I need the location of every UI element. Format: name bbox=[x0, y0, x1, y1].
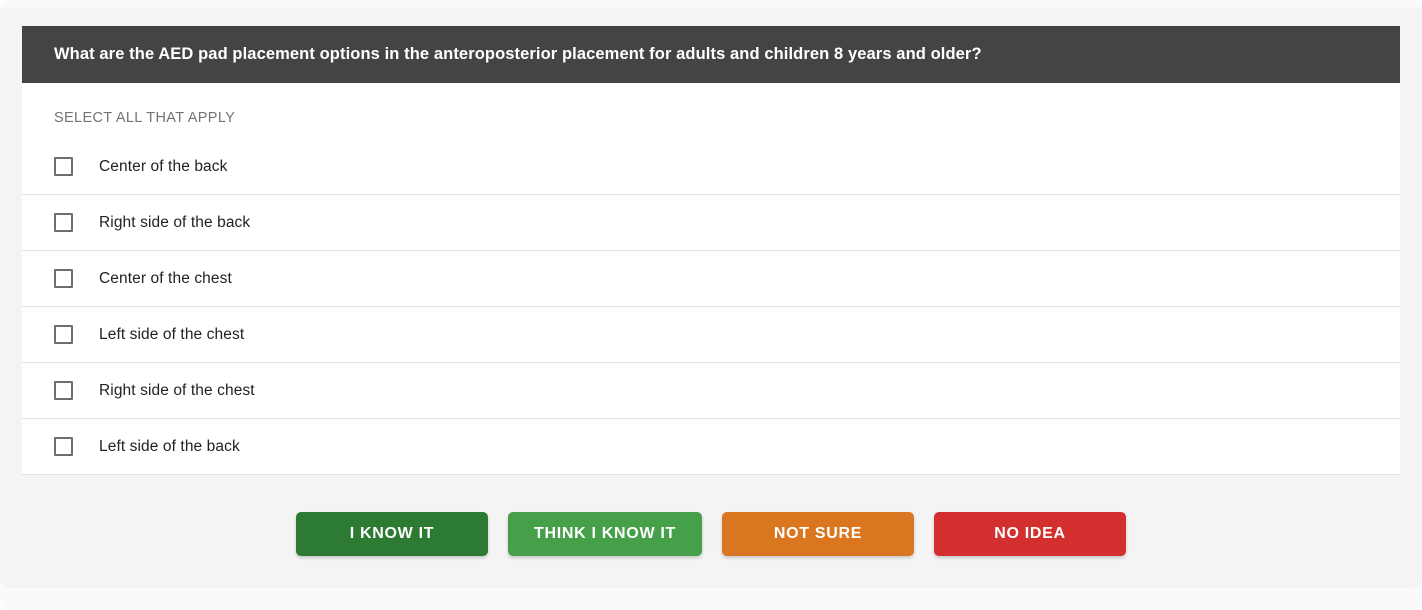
option-row[interactable]: Center of the chest bbox=[22, 251, 1400, 307]
option-row[interactable]: Right side of the back bbox=[22, 195, 1400, 251]
think-i-know-it-button[interactable]: THINK I KNOW IT bbox=[507, 512, 703, 556]
question-text: What are the AED pad placement options i… bbox=[54, 44, 982, 63]
question-header: What are the AED pad placement options i… bbox=[22, 26, 1400, 83]
option-label: Right side of the back bbox=[99, 213, 251, 231]
option-label: Center of the back bbox=[99, 157, 228, 175]
option-label: Right side of the chest bbox=[99, 381, 255, 399]
app-shell: What are the AED pad placement options i… bbox=[0, 0, 1422, 610]
options-list: Center of the back Right side of the bac… bbox=[22, 139, 1400, 475]
option-row[interactable]: Left side of the chest bbox=[22, 307, 1400, 363]
option-row[interactable]: Right side of the chest bbox=[22, 363, 1400, 419]
no-idea-button[interactable]: NO IDEA bbox=[934, 512, 1127, 556]
checkbox-icon[interactable] bbox=[54, 325, 73, 344]
option-row[interactable]: Center of the back bbox=[22, 139, 1400, 195]
checkbox-icon[interactable] bbox=[54, 437, 73, 456]
quiz-card: What are the AED pad placement options i… bbox=[22, 26, 1400, 475]
checkbox-icon[interactable] bbox=[54, 157, 73, 176]
instruction-label: SELECT ALL THAT APPLY bbox=[54, 110, 236, 126]
checkbox-icon[interactable] bbox=[54, 381, 73, 400]
checkbox-icon[interactable] bbox=[54, 269, 73, 288]
option-label: Center of the chest bbox=[99, 269, 232, 287]
option-row[interactable]: Left side of the back bbox=[22, 419, 1400, 475]
quiz-body: SELECT ALL THAT APPLY Center of the back… bbox=[22, 83, 1400, 475]
option-label: Left side of the chest bbox=[99, 325, 245, 343]
confidence-button-bar: I KNOW IT THINK I KNOW IT NOT SURE NO ID… bbox=[0, 480, 1422, 588]
not-sure-button[interactable]: NOT SURE bbox=[722, 512, 915, 556]
checkbox-icon[interactable] bbox=[54, 213, 73, 232]
option-label: Left side of the back bbox=[99, 437, 240, 455]
i-know-it-button[interactable]: I KNOW IT bbox=[295, 512, 488, 556]
